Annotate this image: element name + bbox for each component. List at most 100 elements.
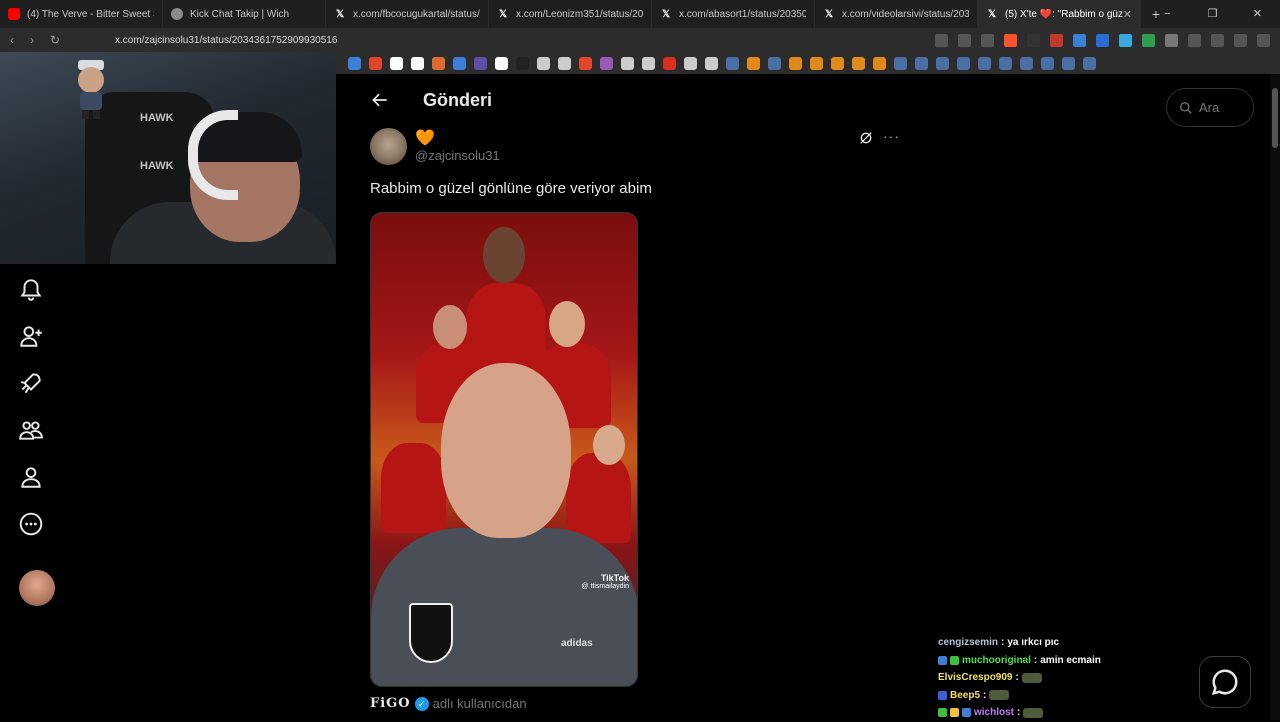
bookmark-icon[interactable] bbox=[999, 56, 1012, 70]
bookmark-icon[interactable] bbox=[453, 56, 466, 70]
bookmark-icon[interactable] bbox=[747, 56, 760, 70]
bookmark-icon[interactable] bbox=[894, 56, 907, 70]
bookmark-icon[interactable] bbox=[873, 56, 886, 70]
bookmark-icon[interactable] bbox=[957, 56, 970, 70]
minimize-button[interactable]: − bbox=[1145, 0, 1190, 28]
menu-icon[interactable] bbox=[1257, 34, 1270, 47]
search-placeholder: Ara bbox=[1199, 100, 1220, 115]
bookmark-icon[interactable] bbox=[411, 56, 424, 70]
bookmark-icon[interactable] bbox=[579, 56, 592, 70]
share-icon[interactable] bbox=[981, 34, 994, 47]
browser-tab[interactable]: (4) The Verve - Bitter Sweet Symphony bbox=[0, 0, 163, 28]
chat-separator: : bbox=[1015, 672, 1019, 684]
bookmark-icon[interactable] bbox=[495, 56, 508, 70]
sidebar-icon[interactable] bbox=[1211, 34, 1224, 47]
bookmark-icon[interactable] bbox=[726, 56, 739, 70]
youtube-icon bbox=[8, 8, 20, 20]
tab-title: (4) The Verve - Bitter Sweet Symphony bbox=[27, 8, 154, 20]
scrollbar-thumb[interactable] bbox=[1272, 88, 1278, 148]
bookmark-icon[interactable] bbox=[348, 56, 361, 70]
bookmark-icon[interactable] bbox=[516, 56, 529, 70]
reload-icon[interactable]: ↻ bbox=[50, 33, 60, 47]
bookmark-icon[interactable] bbox=[642, 56, 655, 70]
extension-icon[interactable] bbox=[1096, 34, 1109, 47]
bookmark-icon[interactable] bbox=[1083, 56, 1096, 70]
x-icon: 𝕏 bbox=[661, 8, 671, 20]
chat-separator: : bbox=[1017, 707, 1021, 719]
media-figure bbox=[441, 363, 571, 538]
forward-nav-icon[interactable]: › bbox=[30, 33, 34, 47]
bookmark-icon[interactable] bbox=[978, 56, 991, 70]
url-field[interactable]: x.com/zajcinsolu31/status/20343617529099… bbox=[115, 35, 337, 46]
message-bubble-icon bbox=[1211, 669, 1238, 696]
maximize-button[interactable]: ❐ bbox=[1190, 0, 1235, 28]
extension-icon[interactable] bbox=[1050, 34, 1063, 47]
profile-icon[interactable] bbox=[18, 464, 44, 490]
browser-tab[interactable]: 𝕏x.com/abasort1/status/2035098659... bbox=[652, 0, 815, 28]
bookmark-icon[interactable] bbox=[621, 56, 634, 70]
author-avatar[interactable] bbox=[370, 128, 407, 165]
bookmark-icon[interactable] bbox=[537, 56, 550, 70]
media-figure bbox=[483, 227, 525, 283]
chat-message: cengizsemin: ya ırkcı pıc bbox=[938, 634, 1188, 652]
extension-icon[interactable] bbox=[1142, 34, 1155, 47]
bookmark-icon[interactable] bbox=[936, 56, 949, 70]
close-window-button[interactable]: ✕ bbox=[1235, 0, 1280, 28]
bookmark-icon[interactable] bbox=[684, 56, 697, 70]
back-nav-icon[interactable]: ‹ bbox=[10, 33, 14, 47]
bookmark-icon[interactable] bbox=[369, 56, 382, 70]
close-tab-icon[interactable]: ✕ bbox=[1123, 8, 1132, 21]
bookmark-icon[interactable] bbox=[558, 56, 571, 70]
browser-tab[interactable]: 𝕏x.com/videolarsivi/status/20348527... bbox=[815, 0, 978, 28]
communities-icon[interactable] bbox=[18, 417, 44, 443]
chat-message: muchooriginal: amin ecmain bbox=[938, 652, 1188, 670]
more-circle-icon[interactable] bbox=[18, 511, 44, 537]
music-icon[interactable] bbox=[1234, 34, 1247, 47]
puzzle-icon[interactable] bbox=[1188, 34, 1201, 47]
bookmark-icon[interactable] bbox=[915, 56, 928, 70]
bell-icon[interactable] bbox=[18, 276, 44, 302]
bookmark-icon[interactable] bbox=[1020, 56, 1033, 70]
post-video[interactable]: adidas TikTok @ ttismailaydin bbox=[370, 212, 638, 687]
browser-tab[interactable]: 𝕏 (5) X'te ❤️: "Rabbim o güzel...✕ bbox=[978, 0, 1141, 28]
bookmark-icon[interactable] bbox=[831, 56, 844, 70]
extension-icon[interactable] bbox=[1073, 34, 1086, 47]
media-source[interactable]: FiGO ✓ adlı kullanıcıdan bbox=[370, 696, 527, 711]
back-arrow-icon[interactable] bbox=[370, 90, 390, 110]
extension-icon[interactable] bbox=[1119, 34, 1132, 47]
chat-text: amin ecmain bbox=[1040, 654, 1101, 666]
browser-tab[interactable]: Kick Chat Takip | Wich bbox=[163, 0, 326, 28]
chair-logo: HAWK bbox=[140, 112, 174, 124]
author-handle[interactable]: @zajcinsolu31 bbox=[415, 148, 500, 163]
chat-badge-icon bbox=[950, 708, 959, 718]
bookmark-icon[interactable] bbox=[600, 56, 613, 70]
add-user-icon[interactable] bbox=[18, 323, 44, 349]
account-avatar[interactable] bbox=[19, 570, 55, 606]
bookmark-icon[interactable] bbox=[810, 56, 823, 70]
rocket-icon[interactable] bbox=[18, 370, 44, 396]
messages-button[interactable] bbox=[1199, 656, 1251, 708]
more-options-icon[interactable]: ··· bbox=[883, 128, 900, 144]
bookmark-icon[interactable] bbox=[768, 56, 781, 70]
bookmark-icon[interactable] bbox=[390, 56, 403, 70]
extension-icon[interactable] bbox=[1165, 34, 1178, 47]
bookmark-icon[interactable] bbox=[705, 56, 718, 70]
bookmark-icon[interactable] bbox=[1041, 56, 1054, 70]
bookmark-icon[interactable] bbox=[432, 56, 445, 70]
search-box[interactable]: Ara bbox=[1166, 88, 1254, 127]
page-scrollbar[interactable] bbox=[1270, 74, 1280, 720]
grok-icon[interactable] bbox=[858, 130, 874, 146]
brave-shield-icon[interactable] bbox=[1004, 34, 1017, 47]
author-display-name[interactable]: 🧡 bbox=[415, 128, 435, 148]
bookmark-icon[interactable] bbox=[852, 56, 865, 70]
browser-tab[interactable]: 𝕏x.com/fbcocugukartal/status/20342... bbox=[326, 0, 489, 28]
source-brand[interactable]: FiGO bbox=[370, 696, 411, 711]
bookmark-icon[interactable] bbox=[474, 56, 487, 70]
bookmark-icon[interactable] bbox=[789, 56, 802, 70]
zoom-icon[interactable] bbox=[958, 34, 971, 47]
browser-tab[interactable]: 𝕏x.com/Leonizm351/status/20353339... bbox=[489, 0, 652, 28]
post-text: Rabbim o güzel gönlüne göre veriyor abim bbox=[370, 180, 652, 197]
bookmark-icon[interactable] bbox=[1062, 56, 1075, 70]
cast-icon[interactable] bbox=[935, 34, 948, 47]
bookmark-icon[interactable] bbox=[663, 56, 676, 70]
